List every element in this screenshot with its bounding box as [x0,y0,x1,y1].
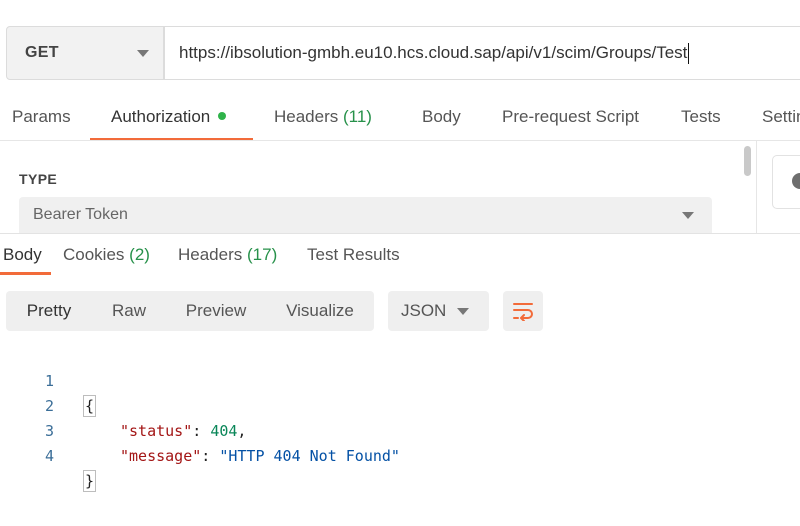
tab-cookies[interactable]: Cookies (2) [63,240,150,272]
tab-test-results[interactable]: Test Results [307,240,400,272]
scrollbar-thumb[interactable] [744,146,751,176]
code-line: 1 { [0,344,97,417]
view-pretty-button[interactable]: Pretty [6,291,92,331]
status-dot-icon [218,112,227,120]
request-tabs: Params Authorization Headers (11) Body P… [0,94,800,141]
line-number: 4 [44,447,54,465]
method-select[interactable]: GET [6,26,164,80]
json-value: "HTTP 404 Not Found" [219,447,400,465]
tab-response-body[interactable]: Body [3,240,42,272]
response-tabs: Body Cookies (2) Headers (17) Test Resul… [0,240,800,276]
pane-divider[interactable] [0,233,800,234]
active-tab-indicator [0,272,51,275]
close-brace: } [83,470,97,492]
tab-settings[interactable]: Settin [762,94,800,140]
auth-type-select[interactable]: Bearer Token [19,197,712,233]
wrap-lines-icon [513,303,533,321]
panel-divider [756,141,757,233]
view-preview-button[interactable]: Preview [166,291,266,331]
wrap-lines-button[interactable] [503,291,543,331]
view-raw-button[interactable]: Raw [92,291,166,331]
chevron-down-icon [457,307,469,315]
url-input[interactable]: https://ibsolution-gmbh.eu10.hcs.cloud.s… [164,26,800,80]
tab-headers[interactable]: Headers (11) [274,94,372,140]
tab-count: (2) [129,245,150,264]
tab-pre-request-script[interactable]: Pre-request Script [502,94,639,140]
view-mode-group: Pretty Raw Preview Visualize [6,291,374,331]
format-label: JSON [401,301,447,320]
method-label: GET [25,44,59,61]
view-visualize-button[interactable]: Visualize [266,291,374,331]
format-select[interactable]: JSON [388,291,489,331]
tab-count: (11) [343,107,372,126]
tab-tests[interactable]: Tests [681,94,721,140]
auth-type-value: Bearer Token [33,206,128,223]
tab-authorization[interactable]: Authorization [111,94,227,140]
auth-type-label: TYPE [19,171,58,187]
json-key: "message" [120,447,202,465]
code-line: 2 "status": 404, [0,369,246,440]
json-key: "status" [120,422,193,440]
text-cursor [688,42,690,64]
divider [0,140,800,141]
code-line: 4 } [0,419,97,492]
chevron-down-icon [682,211,694,219]
json-value: 404 [210,422,238,440]
url-text: https://ibsolution-gmbh.eu10.hcs.cloud.s… [179,43,688,62]
tab-count: (17) [247,245,278,264]
chevron-down-icon [137,49,149,57]
tab-params[interactable]: Params [12,94,71,140]
tab-response-headers[interactable]: Headers (17) [178,240,277,272]
tab-body[interactable]: Body [422,94,461,140]
code-line: 3 "message": "HTTP 404 Not Found" [0,394,400,465]
open-brace: { [83,395,97,417]
